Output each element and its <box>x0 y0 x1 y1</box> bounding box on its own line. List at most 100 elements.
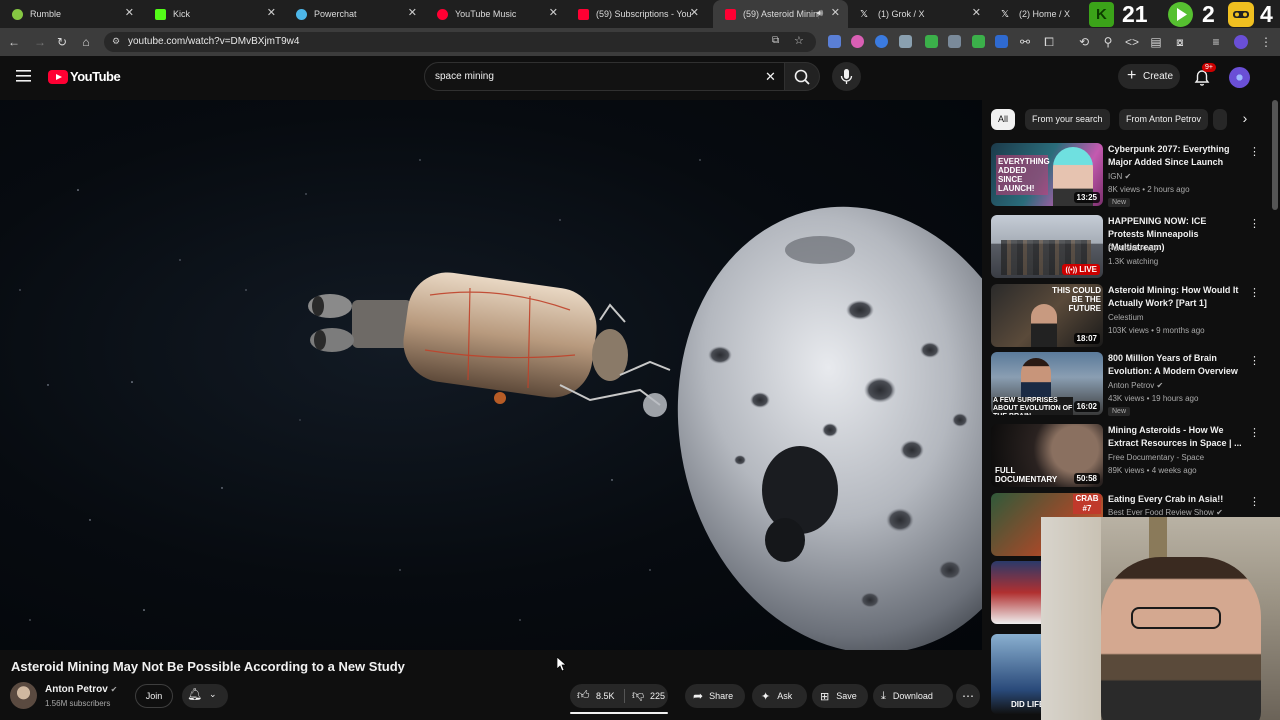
tab-kick[interactable]: Kick ✕ <box>143 0 284 28</box>
extension-icon[interactable] <box>875 35 888 48</box>
reload-icon[interactable]: ↻ <box>53 33 71 51</box>
more-vertical-icon[interactable]: ⋮ <box>1249 354 1260 367</box>
recommendation-item[interactable]: A FEW SURPRISES ABOUT EVOLUTION OF THE B… <box>991 352 1271 416</box>
download-button[interactable]: ⤓ Download <box>873 684 953 708</box>
more-actions-button[interactable]: ⋯ <box>956 684 980 708</box>
home-icon[interactable]: ⌂ <box>77 33 95 51</box>
extension-icon[interactable] <box>972 35 985 48</box>
create-button[interactable]: + Create <box>1118 64 1180 89</box>
chevron-right-icon[interactable]: › <box>1235 110 1255 130</box>
page-scrollbar[interactable] <box>1272 100 1278 210</box>
search-button[interactable] <box>785 62 820 91</box>
video-thumbnail[interactable]: A FEW SURPRISES ABOUT EVOLUTION OF THE B… <box>991 352 1103 415</box>
recommendation-channel[interactable]: IGN ✔︎ <box>1108 172 1131 181</box>
chip-from-your-search[interactable]: From your search <box>1025 109 1110 130</box>
subscribed-notify-button[interactable]: 🔔︎ ⌄ <box>182 684 228 708</box>
extension-icon[interactable]: ⚯ <box>1016 33 1034 51</box>
downloads-icon[interactable]: ≡ <box>1207 33 1225 51</box>
channel-avatar[interactable] <box>10 682 37 709</box>
extensions-puzzle-icon[interactable]: ⧠ <box>1040 33 1058 51</box>
close-icon[interactable]: ✕ <box>408 8 417 19</box>
video-thumbnail[interactable]: THIS COULD BE THE FUTURE 18:07 <box>991 284 1103 347</box>
clear-search-icon[interactable]: ✕ <box>765 69 776 85</box>
more-vertical-icon[interactable]: ⋮ <box>1249 426 1260 439</box>
address-bar[interactable]: ⚙ youtube.com/watch?v=DMvBXjmT9w4 ⧉ ☆ <box>104 32 816 52</box>
recommendation-channel[interactable]: Anton Petrov ✔︎ <box>1108 381 1163 390</box>
extension-icon[interactable] <box>995 35 1008 48</box>
video-thumbnail[interactable]: ((•)) LIVE <box>991 215 1103 278</box>
close-icon[interactable]: ✕ <box>831 8 840 19</box>
notifications-button[interactable]: 9+ <box>1192 63 1216 87</box>
account-avatar[interactable] <box>1229 67 1250 88</box>
history-icon[interactable]: ⟲ <box>1075 33 1093 51</box>
translate-icon[interactable]: ⧇ <box>1171 33 1189 51</box>
extension-icon[interactable] <box>899 35 912 48</box>
recommendation-channel[interactable]: Portland Andy <box>1108 244 1158 253</box>
more-vertical-icon[interactable]: ⋮ <box>1249 495 1260 508</box>
close-icon[interactable]: ✕ <box>267 8 276 19</box>
recommendation-item[interactable]: THIS COULD BE THE FUTURE 18:07 Asteroid … <box>991 284 1271 348</box>
new-badge: New <box>1108 407 1131 416</box>
recommendation-item[interactable]: ((•)) LIVE HAPPENING NOW: ICE Protests M… <box>991 215 1271 279</box>
tab-home-x[interactable]: 𝕏 (2) Home / X <box>989 0 1075 28</box>
recommendation-channel[interactable]: Free Documentary - Space <box>1108 453 1204 462</box>
recommendation-channel[interactable]: Best Ever Food Review Show ✔︎ <box>1108 508 1223 517</box>
recommendation-title[interactable]: Cyberpunk 2077: Everything Major Added S… <box>1108 143 1244 169</box>
extension-icon[interactable] <box>828 35 841 48</box>
join-button[interactable]: Join <box>135 684 173 708</box>
bookmark-star-icon[interactable]: ☆ <box>794 34 804 47</box>
tab-rumble[interactable]: Rumble ✕ <box>0 0 142 28</box>
menu-kebab-icon[interactable]: ⋮ <box>1257 33 1275 51</box>
site-info-icon[interactable]: ⚙ <box>112 36 120 47</box>
sidebar-icon[interactable]: ▤ <box>1147 33 1165 51</box>
back-icon[interactable]: ← <box>5 33 23 51</box>
chip-all[interactable]: All <box>991 109 1016 130</box>
close-icon[interactable]: ✕ <box>125 8 134 19</box>
extension-icon[interactable] <box>948 35 961 48</box>
youtube-logo[interactable]: YouTube <box>48 69 121 84</box>
extension-icon[interactable]: ⚲ <box>1099 33 1117 51</box>
video-thumbnail[interactable]: EVERYTHING ADDED SINCE LAUNCH! 13:25 <box>991 143 1103 206</box>
recommendation-title[interactable]: Asteroid Mining: How Would It Actually W… <box>1108 284 1244 310</box>
ask-button[interactable]: ✦ Ask <box>752 684 807 708</box>
close-icon[interactable]: ✕ <box>549 8 558 19</box>
tab-label: Kick <box>173 9 191 19</box>
like-button[interactable]: 👍︎ 8.5K <box>570 684 623 708</box>
cast-icon[interactable]: ⧉ <box>772 35 779 46</box>
recommendation-title[interactable]: Mining Asteroids - How We Extract Resour… <box>1108 424 1244 450</box>
video-player[interactable] <box>0 100 982 650</box>
recommendation-item[interactable]: FULL DOCUMENTARY 50:58 Mining Asteroids … <box>991 424 1271 488</box>
dislike-button[interactable]: 👎︎ 225 <box>625 684 668 708</box>
more-vertical-icon[interactable]: ⋮ <box>1249 217 1260 230</box>
channel-name[interactable]: Anton Petrov ✔︎ <box>45 684 117 695</box>
chip-partial[interactable] <box>1213 109 1227 130</box>
forward-icon[interactable]: → <box>31 33 49 51</box>
more-vertical-icon[interactable]: ⋮ <box>1249 145 1260 158</box>
recommendation-channel[interactable]: Celestium <box>1108 313 1144 322</box>
more-vertical-icon[interactable]: ⋮ <box>1249 286 1260 299</box>
chip-from-anton-petrov[interactable]: From Anton Petrov <box>1119 109 1209 130</box>
tab-youtube-music[interactable]: YouTube Music ✕ <box>425 0 566 28</box>
recommendation-title[interactable]: 800 Million Years of Brain Evolution: A … <box>1108 352 1244 378</box>
devtools-icon[interactable]: <> <box>1123 33 1141 51</box>
close-icon[interactable]: ✕ <box>690 8 699 19</box>
video-thumbnail-partial[interactable]: DID LIFE <box>991 634 1041 714</box>
video-thumbnail[interactable]: FULL DOCUMENTARY 50:58 <box>991 424 1103 487</box>
tab-asteroid-mining[interactable]: (59) Asteroid Mining I 🔊︎ ✕ <box>713 0 848 28</box>
recommendation-title[interactable]: Eating Every Crab in Asia!! <box>1108 493 1244 506</box>
voice-search-button[interactable] <box>832 62 861 91</box>
tab-grok[interactable]: 𝕏 (1) Grok / X ✕ <box>848 0 989 28</box>
profile-avatar[interactable] <box>1234 35 1248 49</box>
search-input[interactable]: space mining ✕ <box>424 62 785 91</box>
tab-powerchat[interactable]: Powerchat ✕ <box>284 0 425 28</box>
extension-icon[interactable] <box>925 35 938 48</box>
video-thumbnail-partial[interactable] <box>991 561 1041 624</box>
speaker-icon[interactable]: 🔊︎ <box>817 8 823 19</box>
extension-icon[interactable] <box>851 35 864 48</box>
save-button[interactable]: ⊞ Save <box>812 684 868 708</box>
tab-subscriptions[interactable]: (59) Subscriptions - YouTube ✕ <box>566 0 707 28</box>
share-button[interactable]: ➦ Share <box>685 684 745 708</box>
recommendation-item[interactable]: EVERYTHING ADDED SINCE LAUNCH! 13:25 Cyb… <box>991 143 1271 207</box>
hamburger-menu-icon[interactable] <box>16 69 32 83</box>
close-icon[interactable]: ✕ <box>972 8 981 19</box>
